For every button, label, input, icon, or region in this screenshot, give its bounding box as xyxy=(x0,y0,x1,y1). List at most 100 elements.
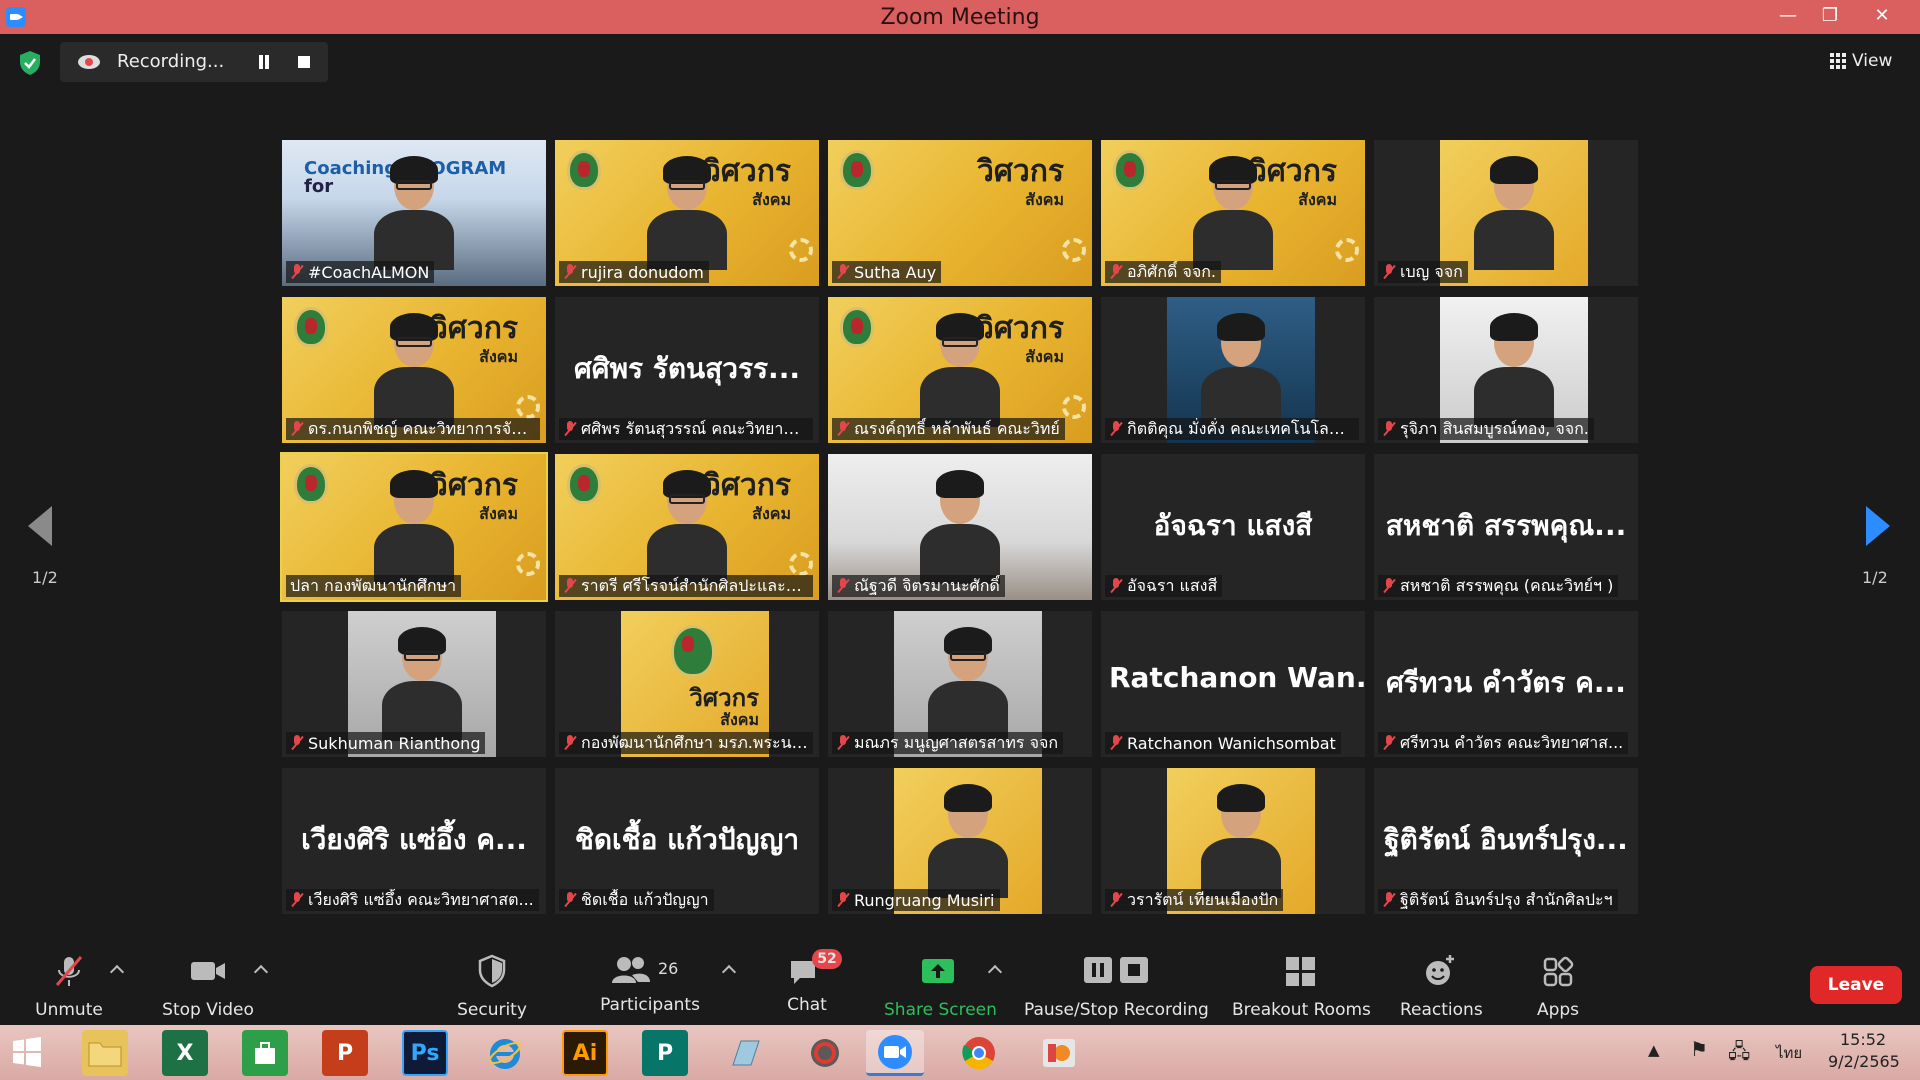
file-explorer-icon[interactable] xyxy=(82,1030,128,1076)
participant-tile[interactable]: Rungruang Musiri xyxy=(828,768,1092,914)
participant-display-name: สหชาติ สรรพคุณ... xyxy=(1385,509,1627,542)
restore-button[interactable]: ❐ xyxy=(1808,0,1852,34)
participant-name-label: #CoachALMON xyxy=(286,261,435,283)
excel-icon[interactable]: X xyxy=(162,1030,208,1076)
participant-tile[interactable]: ฐิติรัตน์ อินทร์ปรุง... ฐิติรัตน์ อินทร์ป… xyxy=(1374,768,1638,914)
apps-label: Apps xyxy=(1536,1000,1580,1020)
illustrator-icon[interactable]: Ai xyxy=(562,1030,608,1076)
photos-icon[interactable] xyxy=(1036,1030,1082,1076)
stop-video-button[interactable]: Stop Video xyxy=(160,953,256,1020)
share-screen-button[interactable]: Share Screen xyxy=(884,953,997,1020)
reactions-button[interactable]: Reactions xyxy=(1400,953,1483,1020)
store-icon[interactable] xyxy=(242,1030,288,1076)
participant-tile[interactable]: สหชาติ สรรพคุณ... สหชาติ สรรพคุณ (คณะวิทย… xyxy=(1374,454,1638,600)
participant-tile[interactable]: วิศวกร สังคม ปลา กองพัฒนานักศึกษา xyxy=(280,452,548,602)
participant-tile[interactable]: วิศวกร สังคม ราตรี ศรีโรจน์สำนักศิลปะและวั… xyxy=(555,454,819,600)
gear-icon xyxy=(1062,238,1086,262)
participant-tile[interactable]: ศรีทวน คำวัตร ค... ศรีทวน คำวัตร คณะวิทยา… xyxy=(1374,611,1638,757)
clock-time: 15:52 xyxy=(1840,1030,1887,1049)
breakout-rooms-button[interactable]: Breakout Rooms xyxy=(1232,953,1371,1020)
view-button[interactable]: View xyxy=(1830,48,1892,74)
stop-recording-icon[interactable] xyxy=(298,56,310,68)
muted-mic-icon xyxy=(1382,421,1396,437)
participant-tile[interactable]: Coaching PROGRAM for #CoachALMON xyxy=(282,140,546,286)
windows-start-icon[interactable] xyxy=(12,1037,42,1067)
participant-name: ณรงค์ฤทธิ์ หล้าพันธ์ คณะวิทย์ xyxy=(854,418,1060,438)
participant-tile[interactable]: วิศวกร สังคม อภิศักดิ์ จจก. xyxy=(1101,140,1365,286)
action-center-flag-icon[interactable]: ⚑ xyxy=(1690,1037,1708,1061)
participant-figure xyxy=(374,627,470,741)
muted-mic-icon xyxy=(836,735,850,751)
audio-options-caret-icon[interactable] xyxy=(109,964,125,980)
pause-recording-icon[interactable] xyxy=(256,54,272,70)
powerpoint-icon[interactable]: P xyxy=(322,1030,368,1076)
participant-tile[interactable]: ชิดเชื้อ แก้วปัญญา ชิดเชื้อ แก้วปัญญา xyxy=(555,768,819,914)
participant-tile[interactable]: วิศวกร สังคม rujira donudom xyxy=(555,140,819,286)
tray-expand-icon[interactable]: ▲ xyxy=(1648,1041,1660,1059)
participant-tile[interactable]: วรารัตน์ เทียนเมืองปัก xyxy=(1101,768,1365,914)
participants-count: 26 xyxy=(658,959,679,978)
participant-name-label: Sukhuman Rianthong xyxy=(286,732,486,754)
participant-tile[interactable]: วิศวกร สังคม ดร.กนกพิชญ์ คณะวิทยาการจัด... xyxy=(282,297,546,443)
participants-button[interactable]: 26 Participants xyxy=(598,953,702,1019)
notepad-icon[interactable] xyxy=(722,1030,768,1076)
pause-stop-recording-button[interactable]: Pause/Stop Recording xyxy=(1024,953,1209,1020)
participant-display-name: ศรีทวน คำวัตร ค... xyxy=(1386,666,1626,699)
minimize-button[interactable]: — xyxy=(1766,0,1810,34)
chrome-icon[interactable] xyxy=(956,1030,1002,1076)
zoom-taskbar-icon[interactable] xyxy=(866,1030,924,1076)
leave-button[interactable]: Leave xyxy=(1810,966,1902,1004)
participant-tile[interactable]: รุจิภา สินสมบูรณ์ทอง, จจก. xyxy=(1374,297,1638,443)
unmute-button[interactable]: Unmute xyxy=(30,953,108,1020)
shield-check-icon[interactable] xyxy=(18,50,42,76)
university-logo-icon xyxy=(294,464,328,504)
participant-name-label: ฐิติรัตน์ อินทร์ปรุง สำนักศิลปะฯ xyxy=(1378,889,1618,911)
participants-icon xyxy=(612,957,650,983)
participant-tile[interactable]: ศศิพร รัตนสุวรร... ศศิพร รัตนสุวรรณ์ คณะว… xyxy=(555,297,819,443)
participant-name-label: Rungruang Musiri xyxy=(832,889,1000,911)
publisher-icon[interactable]: P xyxy=(642,1030,688,1076)
photoshop-icon[interactable]: Ps xyxy=(402,1030,448,1076)
participant-tile[interactable]: วิศวกร สังคม ณรงค์ฤทธิ์ หล้าพันธ์ คณะวิทย์ xyxy=(828,297,1092,443)
participant-name: rujira donudom xyxy=(581,262,704,282)
participant-figure xyxy=(912,470,1008,584)
brand-text: วิศวกร สังคม xyxy=(976,154,1064,210)
page-indicator-left: 1/2 xyxy=(32,568,58,587)
participant-figure xyxy=(1185,156,1281,270)
participant-tile[interactable]: วิศวกร สังคม Sutha Auy xyxy=(828,140,1092,286)
participant-tile[interactable]: ณัฐวดี จิตรมานะศักดิ์ xyxy=(828,454,1092,600)
muted-mic-icon xyxy=(1382,735,1396,751)
recording-indicator: Recording... xyxy=(60,42,328,82)
participant-tile[interactable]: Sukhuman Rianthong xyxy=(282,611,546,757)
participants-options-caret-icon[interactable] xyxy=(721,964,737,980)
participant-tile[interactable]: มณภร มนูญศาสตรสาทร จจก xyxy=(828,611,1092,757)
security-button[interactable]: Security xyxy=(454,953,530,1020)
photoscape-icon[interactable] xyxy=(802,1030,848,1076)
previous-page-arrow-icon[interactable] xyxy=(28,506,52,546)
participant-tile[interactable]: Ratchanon Wan... Ratchanon Wanichsombat xyxy=(1101,611,1365,757)
apps-button[interactable]: Apps xyxy=(1530,953,1586,1020)
participant-tile[interactable]: กิตติคุณ มั่งคั่ง คณะเทคโนโลยีอุ... xyxy=(1101,297,1365,443)
windows-taskbar: X P Ps Ai P ▲ ⚑ 🖧 ไทย 15:52 9/2/2565 xyxy=(0,1025,1920,1080)
university-logo-icon xyxy=(567,464,601,504)
video-options-caret-icon[interactable] xyxy=(253,964,269,980)
participant-tile[interactable]: วิศวกร สังคม กองพัฒนานักศึกษา มรภ.พระนคร xyxy=(555,611,819,757)
chat-button[interactable]: 52 Chat xyxy=(784,949,842,1019)
close-window-button[interactable]: ✕ xyxy=(1860,0,1904,34)
participant-tile[interactable]: อัจฉรา แสงสี อัจฉรา แสงสี xyxy=(1101,454,1365,600)
participant-tile[interactable]: เวียงศิริ แซ่อึ้ง ค... เวียงศิริ แซ่อึ้ง … xyxy=(282,768,546,914)
participant-name-label: กองพัฒนานักศึกษา มรภ.พระนคร xyxy=(559,732,813,754)
participant-tile[interactable]: เบญ จจก xyxy=(1374,140,1638,286)
view-label: View xyxy=(1852,51,1893,71)
internet-explorer-icon[interactable] xyxy=(482,1030,528,1076)
participant-name: อภิศักดิ์ จจก. xyxy=(1127,261,1216,281)
participant-figure xyxy=(920,627,1016,741)
pause-stop-icon xyxy=(1084,957,1148,983)
participant-name: Rungruang Musiri xyxy=(854,890,995,910)
network-icon[interactable]: 🖧 xyxy=(1728,1037,1750,1071)
smiley-plus-icon xyxy=(1426,955,1454,985)
participant-figure xyxy=(1466,156,1562,270)
next-page-arrow-icon[interactable] xyxy=(1866,506,1890,546)
language-indicator[interactable]: ไทย xyxy=(1776,1041,1802,1065)
participant-name-label: เบญ จจก xyxy=(1378,261,1468,283)
